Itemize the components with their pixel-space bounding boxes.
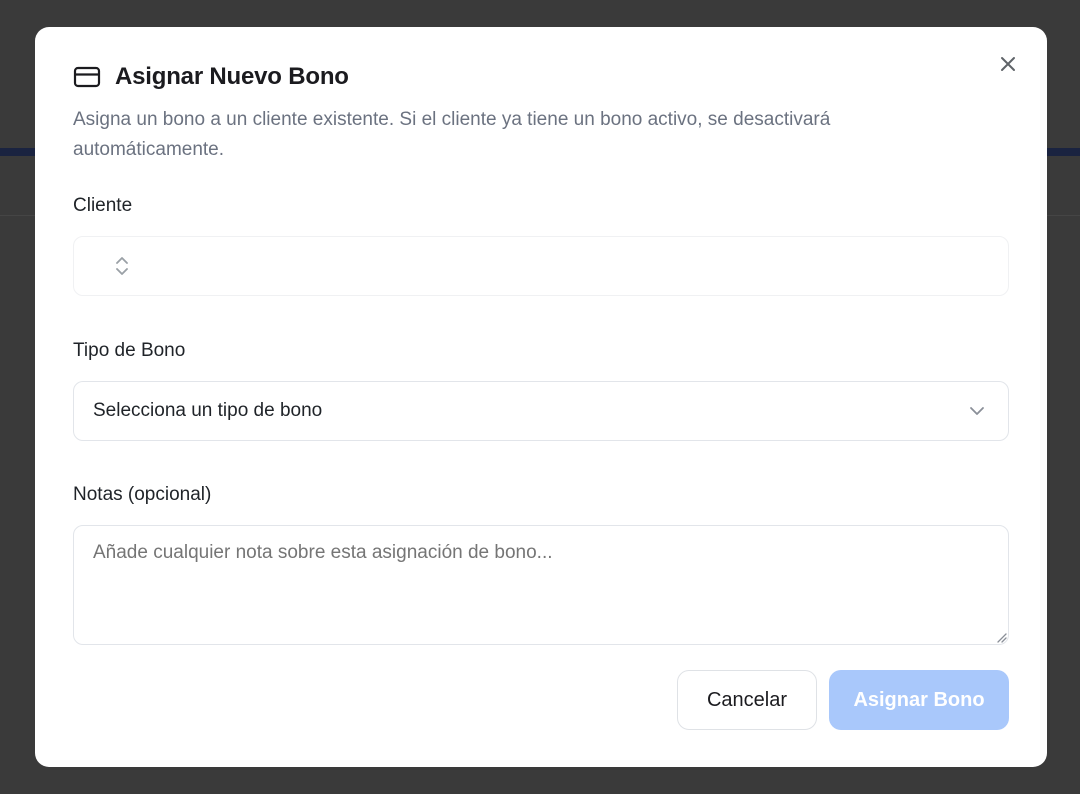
credit-card-icon	[73, 66, 101, 88]
dialog-title: Asignar Nuevo Bono	[115, 63, 349, 90]
cliente-combobox[interactable]	[73, 236, 1009, 296]
tipo-bono-selected-value: Selecciona un tipo de bono	[93, 400, 323, 421]
resize-handle-icon[interactable]	[995, 631, 1007, 643]
close-icon	[1001, 57, 1015, 71]
notas-textarea[interactable]	[73, 525, 1009, 645]
notas-label: Notas (opcional)	[73, 484, 212, 505]
close-button[interactable]	[997, 53, 1019, 75]
assign-bono-dialog: Asignar Nuevo Bono Asigna un bono a un c…	[35, 27, 1047, 767]
chevron-down-icon	[970, 407, 984, 415]
dialog-header: Asignar Nuevo Bono	[73, 63, 349, 91]
chevrons-up-down-icon	[116, 257, 128, 275]
cancel-button[interactable]: Cancelar	[677, 670, 817, 730]
assign-bono-button[interactable]: Asignar Bono	[829, 670, 1009, 730]
tipo-bono-label: Tipo de Bono	[73, 340, 186, 361]
dialog-description: Asigna un bono a un cliente existente. S…	[73, 109, 831, 160]
tipo-bono-select[interactable]: Selecciona un tipo de bono	[73, 381, 1009, 441]
cliente-label: Cliente	[73, 195, 133, 216]
